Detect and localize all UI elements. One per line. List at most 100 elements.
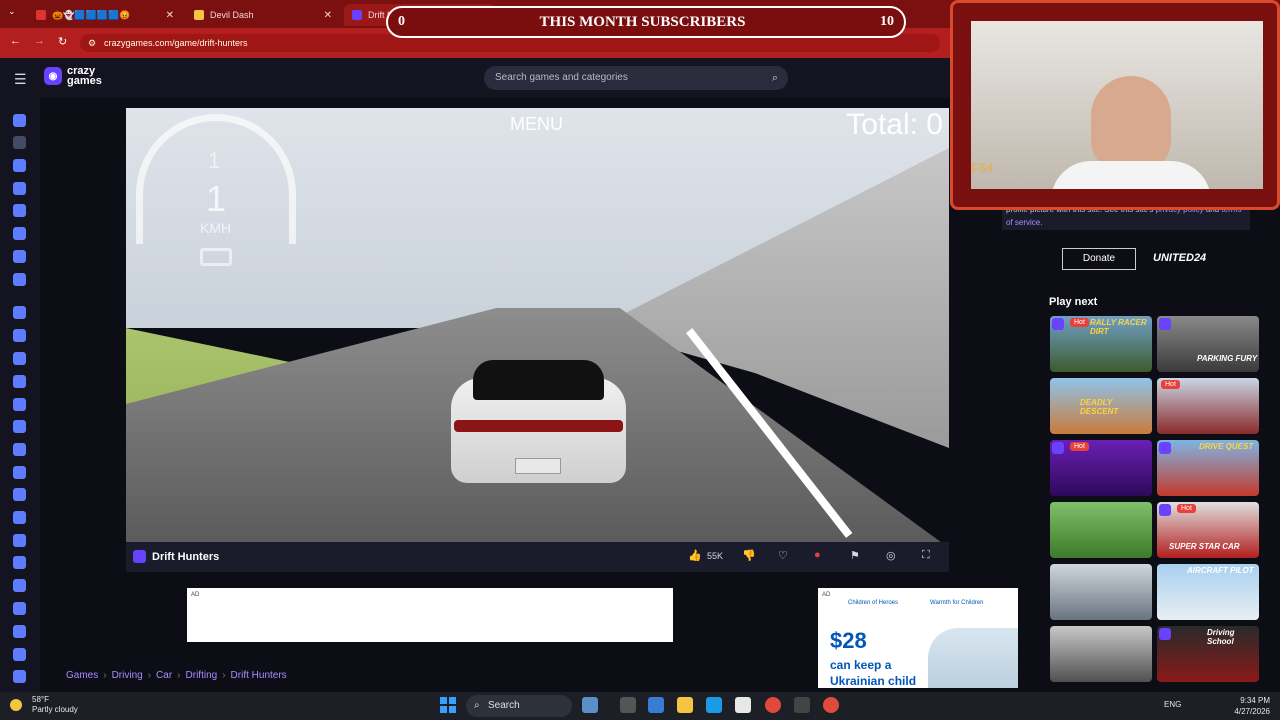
site-info-icon[interactable]: ⚙ (88, 34, 96, 52)
controller-icon[interactable] (13, 488, 26, 501)
play-next-thumb-12[interactable]: Driving School (1157, 626, 1259, 682)
banner-ad[interactable]: AD (187, 588, 673, 642)
menu-icon[interactable]: ☰ (14, 71, 28, 88)
flash-icon[interactable] (13, 556, 26, 569)
clock[interactable]: 9:34 PM 4/27/2026 (1234, 695, 1270, 717)
updated-icon[interactable] (13, 204, 26, 217)
close-icon[interactable]: ✕ (166, 10, 174, 21)
file-explorer-icon[interactable] (677, 697, 693, 713)
weather-sun-icon (10, 699, 22, 711)
copilot-icon[interactable] (648, 697, 664, 713)
car-icon[interactable] (13, 398, 26, 411)
webcam-logo: FS4 (971, 161, 994, 175)
fps-icon[interactable] (13, 579, 26, 592)
webcam-video (971, 21, 1263, 189)
donate-button[interactable]: Donate (1062, 248, 1136, 270)
play-next-thumb-9[interactable] (1050, 564, 1152, 620)
thumb-title: PARKING FURY (1197, 354, 1258, 363)
more-icon[interactable] (13, 670, 26, 683)
ad-label: AD (191, 592, 200, 598)
subscriber-goal-count: 10 (880, 14, 894, 29)
game-canvas[interactable]: 1 1 KMH MENU Total: 0 ➤ (126, 108, 949, 542)
united24-logo: UNITED24 (1153, 252, 1207, 264)
breadcrumb: Games › Driving › Car › Drifting › Drift… (66, 670, 287, 681)
back-icon[interactable]: ← (10, 35, 21, 47)
breadcrumb-car[interactable]: Car (156, 670, 172, 681)
tab-favicon (36, 10, 46, 20)
tab-devil-dash[interactable]: Devil Dash ✕ (186, 4, 338, 26)
breadcrumb-driving[interactable]: Driving (112, 670, 143, 681)
category-sidebar (0, 98, 40, 692)
language-indicator[interactable]: ENG (1164, 700, 1181, 709)
tab-emoji[interactable]: 🎃👻🟦🟦🟦🟦😡 ✕ (28, 4, 180, 26)
favorite-heart-icon[interactable]: ♡ (778, 549, 788, 562)
thumb-title: DRIVE QUEST (1199, 442, 1254, 451)
play-next-thumb-3[interactable]: DEADLY DESCENT (1050, 378, 1152, 434)
originals-icon[interactable] (13, 227, 26, 240)
beauty-icon[interactable] (13, 375, 26, 388)
game-menu-button[interactable]: MENU (510, 114, 563, 135)
streamer-icon[interactable]: ● (814, 549, 821, 561)
report-icon[interactable]: ⚑ (850, 549, 860, 562)
play-next-thumb-2[interactable]: PARKING FURY (1157, 316, 1259, 372)
play-next-thumb-8[interactable]: Hot SUPER STAR CAR (1157, 502, 1259, 558)
search-input[interactable]: Search games and categories ⌕ (484, 66, 788, 90)
clicker-icon[interactable] (13, 466, 26, 479)
task-view-icon[interactable] (620, 697, 636, 713)
chrome-icon[interactable] (765, 697, 781, 713)
play-next-thumb-4[interactable]: Hot (1157, 378, 1259, 434)
theater-mode-icon[interactable]: ◎ (886, 549, 896, 562)
edge-icon[interactable] (706, 697, 722, 713)
card-icon[interactable] (13, 420, 26, 433)
reload-icon[interactable]: ↻ (58, 35, 67, 48)
escape-icon[interactable] (13, 534, 26, 547)
fullscreen-icon[interactable]: ⛶ (922, 549, 930, 562)
mahjong-icon[interactable] (13, 648, 26, 661)
new-icon[interactable] (13, 159, 26, 172)
weather-temp: 58°F (32, 695, 49, 704)
multiplayer-icon[interactable] (13, 250, 26, 263)
play-next-thumb-7[interactable] (1050, 502, 1152, 558)
recent-icon[interactable] (13, 136, 26, 149)
breadcrumb-drift-hunters[interactable]: Drift Hunters (231, 670, 287, 681)
home-icon[interactable] (13, 114, 26, 127)
breadcrumb-games[interactable]: Games (66, 670, 98, 681)
thumb-title: AIRCRAFT PILOT (1187, 566, 1254, 575)
casual-icon[interactable] (13, 443, 26, 456)
tab-label: 🎃👻🟦🟦🟦🟦😡 (52, 9, 131, 20)
windows-start-icon[interactable] (440, 697, 456, 713)
forward-icon[interactable]: → (34, 35, 45, 47)
play-next-thumb-10[interactable]: AIRCRAFT PILOT (1157, 564, 1259, 620)
trending-icon[interactable] (13, 182, 26, 195)
dislike-button[interactable]: 👎 (742, 549, 756, 562)
tab-search-icon[interactable]: ⌄ (8, 6, 16, 17)
puzzle-icon[interactable] (13, 273, 26, 286)
driving-icon[interactable] (13, 511, 26, 524)
close-icon[interactable]: ✕ (324, 10, 332, 21)
ad-price: $28 (830, 628, 867, 653)
horror-icon[interactable] (13, 602, 26, 615)
play-next-thumb-6[interactable]: DRIVE QUEST (1157, 440, 1259, 496)
search-icon[interactable]: ⌕ (772, 66, 778, 90)
taskbar-search[interactable]: ⌕ Search (466, 695, 572, 717)
widgets-icon[interactable] (582, 697, 598, 713)
donation-ad[interactable]: AD Children of Heroes Warmth for Childre… (818, 588, 1018, 688)
chrome-active-icon[interactable] (823, 697, 839, 713)
car-tail-lights (454, 420, 623, 432)
ad-label: AD (822, 592, 831, 598)
like-button[interactable]: 👍 (688, 549, 702, 562)
crazygames-logo[interactable]: ◉ crazy games (44, 66, 102, 87)
basketball-icon[interactable] (13, 352, 26, 365)
play-next-thumb-11[interactable] (1050, 626, 1152, 682)
settings-icon[interactable] (794, 697, 810, 713)
search-icon: ⌕ (474, 700, 480, 711)
game-title: Drift Hunters (152, 551, 220, 563)
camera-icon[interactable] (200, 248, 232, 266)
play-next-thumb-1[interactable]: Hot RALLY RACER DIRT (1050, 316, 1152, 372)
adventure-icon[interactable] (13, 329, 26, 342)
breadcrumb-drifting[interactable]: Drifting (186, 670, 218, 681)
io-icon[interactable] (13, 625, 26, 638)
play-next-thumb-5[interactable]: Hot (1050, 440, 1152, 496)
store-icon[interactable] (735, 697, 751, 713)
action-icon[interactable] (13, 306, 26, 319)
